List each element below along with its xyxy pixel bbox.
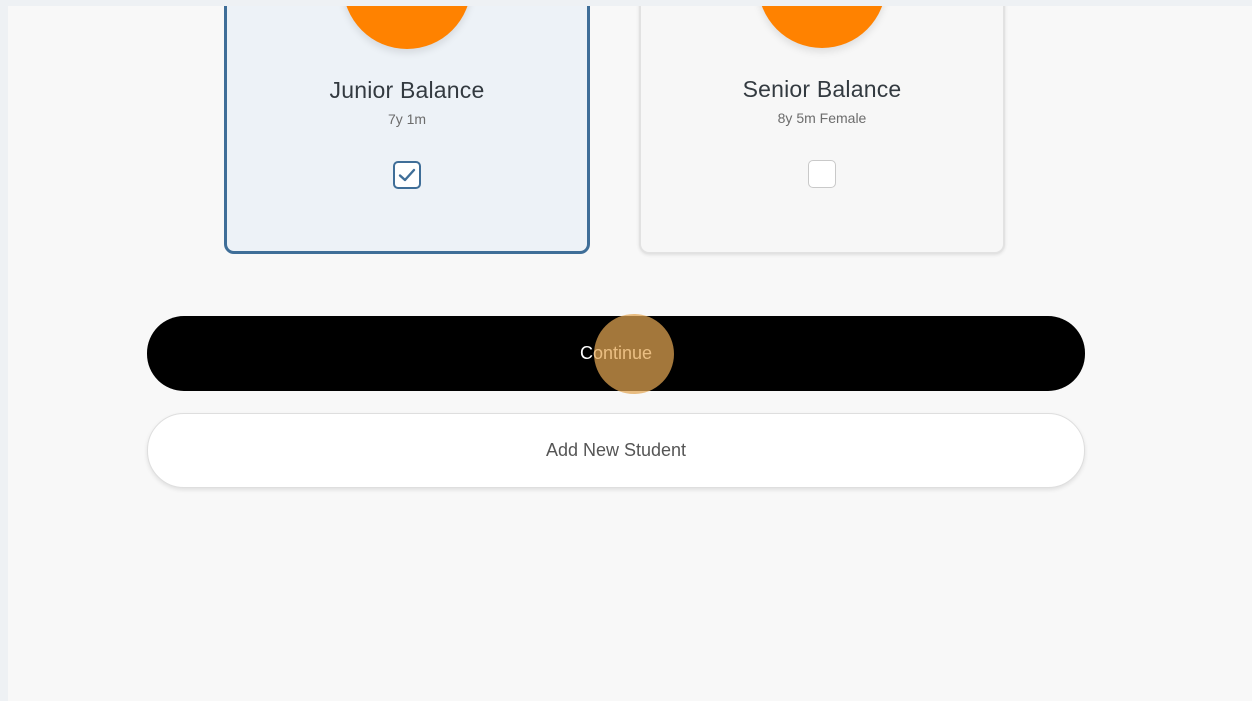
add-new-student-button[interactable]: Add New Student xyxy=(147,413,1085,488)
student-name: Junior Balance xyxy=(329,77,485,103)
checkmark-icon xyxy=(398,168,416,182)
student-age-gender: 8y 5m Female xyxy=(777,110,867,126)
student-avatar xyxy=(758,6,886,48)
continue-button-label: Continue xyxy=(579,343,653,363)
student-card-junior-balance[interactable]: Junior Balance 7y 1m xyxy=(224,6,590,254)
student-card-senior-balance[interactable]: Senior Balance 8y 5m Female xyxy=(639,6,1005,254)
student-age: 7y 1m xyxy=(387,111,427,127)
student-select-checkbox[interactable] xyxy=(808,160,836,188)
student-avatar xyxy=(343,6,471,49)
continue-button[interactable]: Continue xyxy=(147,316,1085,391)
student-selection-page: Junior Balance 7y 1m Senior Balance 8y 5… xyxy=(8,6,1252,701)
student-name: Senior Balance xyxy=(742,76,902,102)
add-new-student-label: Add New Student xyxy=(545,440,687,460)
student-select-checkbox[interactable] xyxy=(393,161,421,189)
